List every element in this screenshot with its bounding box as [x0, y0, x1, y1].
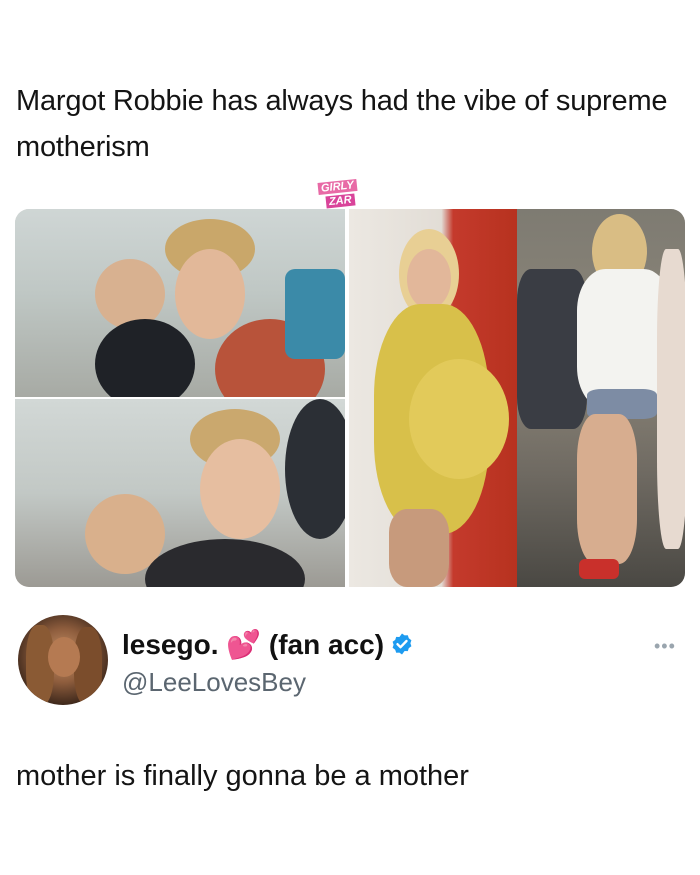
girlyzar-watermark: GIRLY ZAR — [317, 179, 362, 213]
photo-right-street — [517, 209, 685, 587]
tweet-author-row[interactable]: lesego. 💕 (fan acc) — [122, 627, 414, 661]
watermark-line2: ZAR — [325, 193, 356, 209]
photo-top-left — [15, 209, 345, 397]
user-handle[interactable]: @LeeLovesBey — [122, 667, 306, 698]
avatar[interactable] — [18, 615, 108, 705]
photo-middle-pregnant — [349, 209, 517, 587]
more-options-icon[interactable]: ••• — [654, 636, 676, 657]
watermark-line1: GIRLY — [317, 179, 358, 195]
tweet-text: mother is finally gonna be a mother — [16, 760, 469, 792]
photo-bottom-left — [15, 399, 345, 587]
post-caption: Margot Robbie has always had the vibe of… — [16, 85, 668, 163]
photo-collage[interactable] — [15, 209, 685, 587]
verified-badge-icon — [392, 633, 412, 655]
display-name[interactable]: lesego. 💕 (fan acc) — [122, 628, 384, 661]
